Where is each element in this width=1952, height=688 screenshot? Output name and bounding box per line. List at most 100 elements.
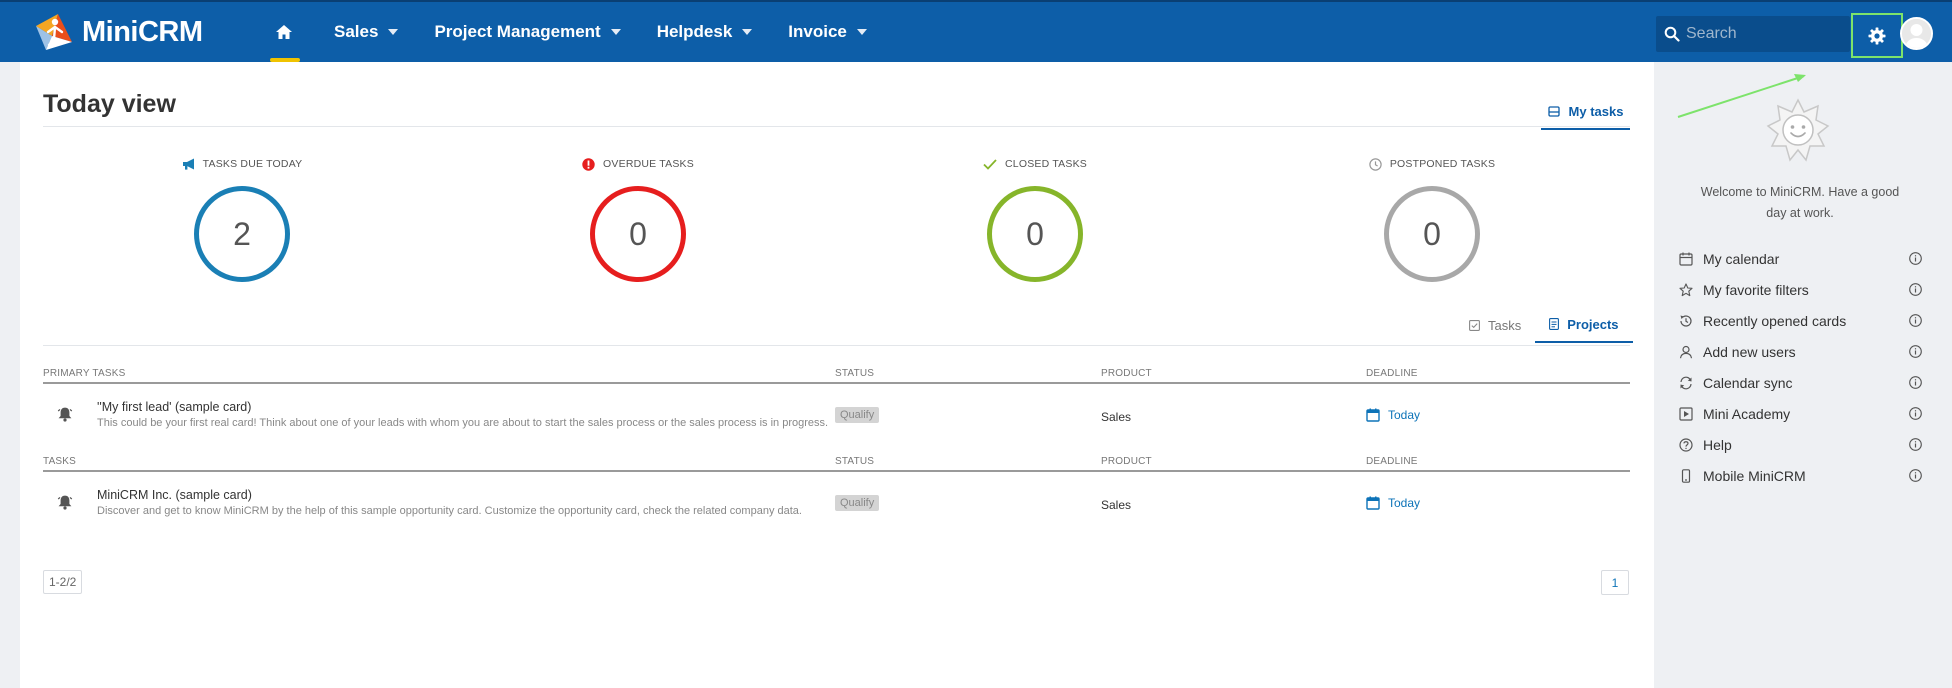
info-icon[interactable] <box>1909 469 1922 485</box>
nav-project-management-label: Project Management <box>434 22 601 41</box>
chevron-down-icon <box>388 29 399 35</box>
sidebar-item-my-calendar[interactable]: My calendar <box>1678 243 1924 274</box>
divider <box>43 345 1630 346</box>
chevron-down-icon <box>742 29 753 35</box>
help-icon <box>1678 437 1694 452</box>
column-header-primary-tasks: PRIMARY TASKS <box>43 368 126 379</box>
table-row[interactable]: MiniCRM Inc. (sample card) Discover and … <box>43 482 1630 526</box>
row-title[interactable]: ''My first lead' (sample card) <box>97 400 251 414</box>
status-badge: Qualify <box>835 407 880 423</box>
settings-button[interactable] <box>1851 13 1903 58</box>
sidebar-item-help[interactable]: Help <box>1678 429 1924 460</box>
search-input[interactable] <box>1686 25 1836 43</box>
info-icon[interactable] <box>1909 283 1922 299</box>
row-product: Sales <box>1101 410 1132 424</box>
status-badge: Qualify <box>835 495 880 511</box>
calendar-icon <box>1678 252 1694 266</box>
checkbox-icon <box>1469 319 1480 331</box>
row-product: Sales <box>1101 498 1132 512</box>
nav-project-management[interactable]: Project Management <box>434 2 621 62</box>
sidebar-item-mobile-minicrm[interactable]: Mobile MiniCRM <box>1678 460 1924 491</box>
stat-label: OVERDUE TASKS <box>603 158 694 170</box>
row-description: Discover and get to know MiniCRM by the … <box>97 505 802 517</box>
info-icon[interactable] <box>1909 407 1922 423</box>
stat-label: POSTPONED TASKS <box>1389 158 1496 170</box>
info-icon[interactable] <box>1909 376 1922 392</box>
history-icon <box>1678 314 1694 328</box>
clock-icon <box>1369 157 1382 171</box>
row-deadline-label: Today <box>1388 496 1421 510</box>
sidebar-item-label: My calendar <box>1703 250 1780 267</box>
info-icon[interactable] <box>1909 314 1922 330</box>
bell-icon <box>57 406 73 427</box>
stat-overdue-tasks[interactable]: OVERDUE TASKS 0 <box>538 156 738 282</box>
app-logo[interactable]: MiniCRM <box>34 10 203 54</box>
stat-closed-tasks[interactable]: CLOSED TASKS 0 <box>935 156 1135 282</box>
nav-home[interactable] <box>262 2 306 62</box>
column-header-product: PRODUCT <box>1101 456 1152 467</box>
nav-invoice-label: Invoice <box>788 22 847 41</box>
pagination-page-1[interactable]: 1 <box>1601 570 1629 595</box>
column-header-deadline: DEADLINE <box>1366 368 1418 379</box>
stat-postponed-tasks[interactable]: POSTPONED TASKS 0 <box>1332 156 1532 282</box>
user-icon <box>1678 345 1694 359</box>
tasks-table-header: TASKS STATUS PRODUCT DEADLINE <box>43 454 1630 472</box>
pagination-range: 1-2/2 <box>43 570 83 594</box>
tab-my-tasks[interactable]: My tasks <box>1541 94 1630 130</box>
tab-projects[interactable]: Projects <box>1535 307 1633 343</box>
column-header-tasks: TASKS <box>43 456 77 467</box>
user-avatar[interactable] <box>1900 17 1933 50</box>
stat-label: TASKS DUE TODAY <box>202 158 303 170</box>
page-title: Today view <box>43 90 176 118</box>
sidebar-item-label: Recently opened cards <box>1703 312 1847 329</box>
info-icon[interactable] <box>1909 438 1922 454</box>
tab-tasks[interactable]: Tasks <box>1455 307 1535 343</box>
play-icon <box>1678 406 1694 421</box>
sidebar-item-label: Mobile MiniCRM <box>1703 467 1806 484</box>
nav-sales[interactable]: Sales <box>334 2 399 62</box>
stat-tasks-due-today[interactable]: TASKS DUE TODAY 2 <box>142 156 342 282</box>
tab-projects-label: Projects <box>1567 316 1619 332</box>
mobile-icon <box>1678 468 1694 483</box>
sidebar-item-add-new-users[interactable]: Add new users <box>1678 336 1924 367</box>
avatar-silhouette-icon <box>1902 19 1931 48</box>
table-row[interactable]: ''My first lead' (sample card) This coul… <box>43 394 1630 438</box>
calendar-icon <box>1366 408 1380 422</box>
sync-icon <box>1678 376 1694 390</box>
tab-tasks-label: Tasks <box>1488 317 1522 333</box>
stat-label: CLOSED TASKS <box>1005 158 1087 170</box>
sidebar-item-recently-opened-cards[interactable]: Recently opened cards <box>1678 305 1924 336</box>
document-icon <box>1549 318 1560 330</box>
column-header-status: STATUS <box>835 368 875 379</box>
search-box <box>1656 16 1850 52</box>
info-icon[interactable] <box>1909 252 1922 268</box>
calendar-icon <box>1366 496 1380 510</box>
inbox-icon <box>1547 105 1560 117</box>
sidebar-item-label: Calendar sync <box>1703 374 1793 391</box>
divider <box>43 126 1630 127</box>
info-icon[interactable] <box>1909 345 1922 361</box>
sidebar-item-calendar-sync[interactable]: Calendar sync <box>1678 367 1924 398</box>
nav-invoice[interactable]: Invoice <box>788 2 867 62</box>
row-title[interactable]: MiniCRM Inc. (sample card) <box>97 488 252 502</box>
star-icon <box>1678 282 1694 297</box>
gear-icon <box>1868 27 1886 44</box>
tab-my-tasks-label: My tasks <box>1568 103 1624 119</box>
sidebar-item-label: Help <box>1703 436 1732 453</box>
row-deadline[interactable]: Today <box>1366 408 1420 422</box>
sidebar-item-my-favorite-filters[interactable]: My favorite filters <box>1678 274 1924 305</box>
search-icon <box>1664 26 1680 42</box>
bell-icon <box>57 494 73 515</box>
today-view-panel: Today view My tasks TASKS DUE TODAY 2 OV… <box>20 62 1654 688</box>
nav-helpdesk[interactable]: Helpdesk <box>657 2 753 62</box>
stat-value: 2 <box>233 215 251 252</box>
sidebar-item-label: My favorite filters <box>1703 281 1809 298</box>
minicrm-logo-icon <box>36 14 72 50</box>
stat-value: 0 <box>629 215 647 252</box>
stat-ring: 0 <box>987 186 1083 282</box>
main-menu: Sales Project Management Helpdesk Invoic… <box>262 2 885 62</box>
nav-helpdesk-label: Helpdesk <box>656 22 733 41</box>
row-deadline[interactable]: Today <box>1366 496 1420 510</box>
sidebar-item-mini-academy[interactable]: Mini Academy <box>1678 398 1924 429</box>
stat-value: 0 <box>1026 215 1044 252</box>
